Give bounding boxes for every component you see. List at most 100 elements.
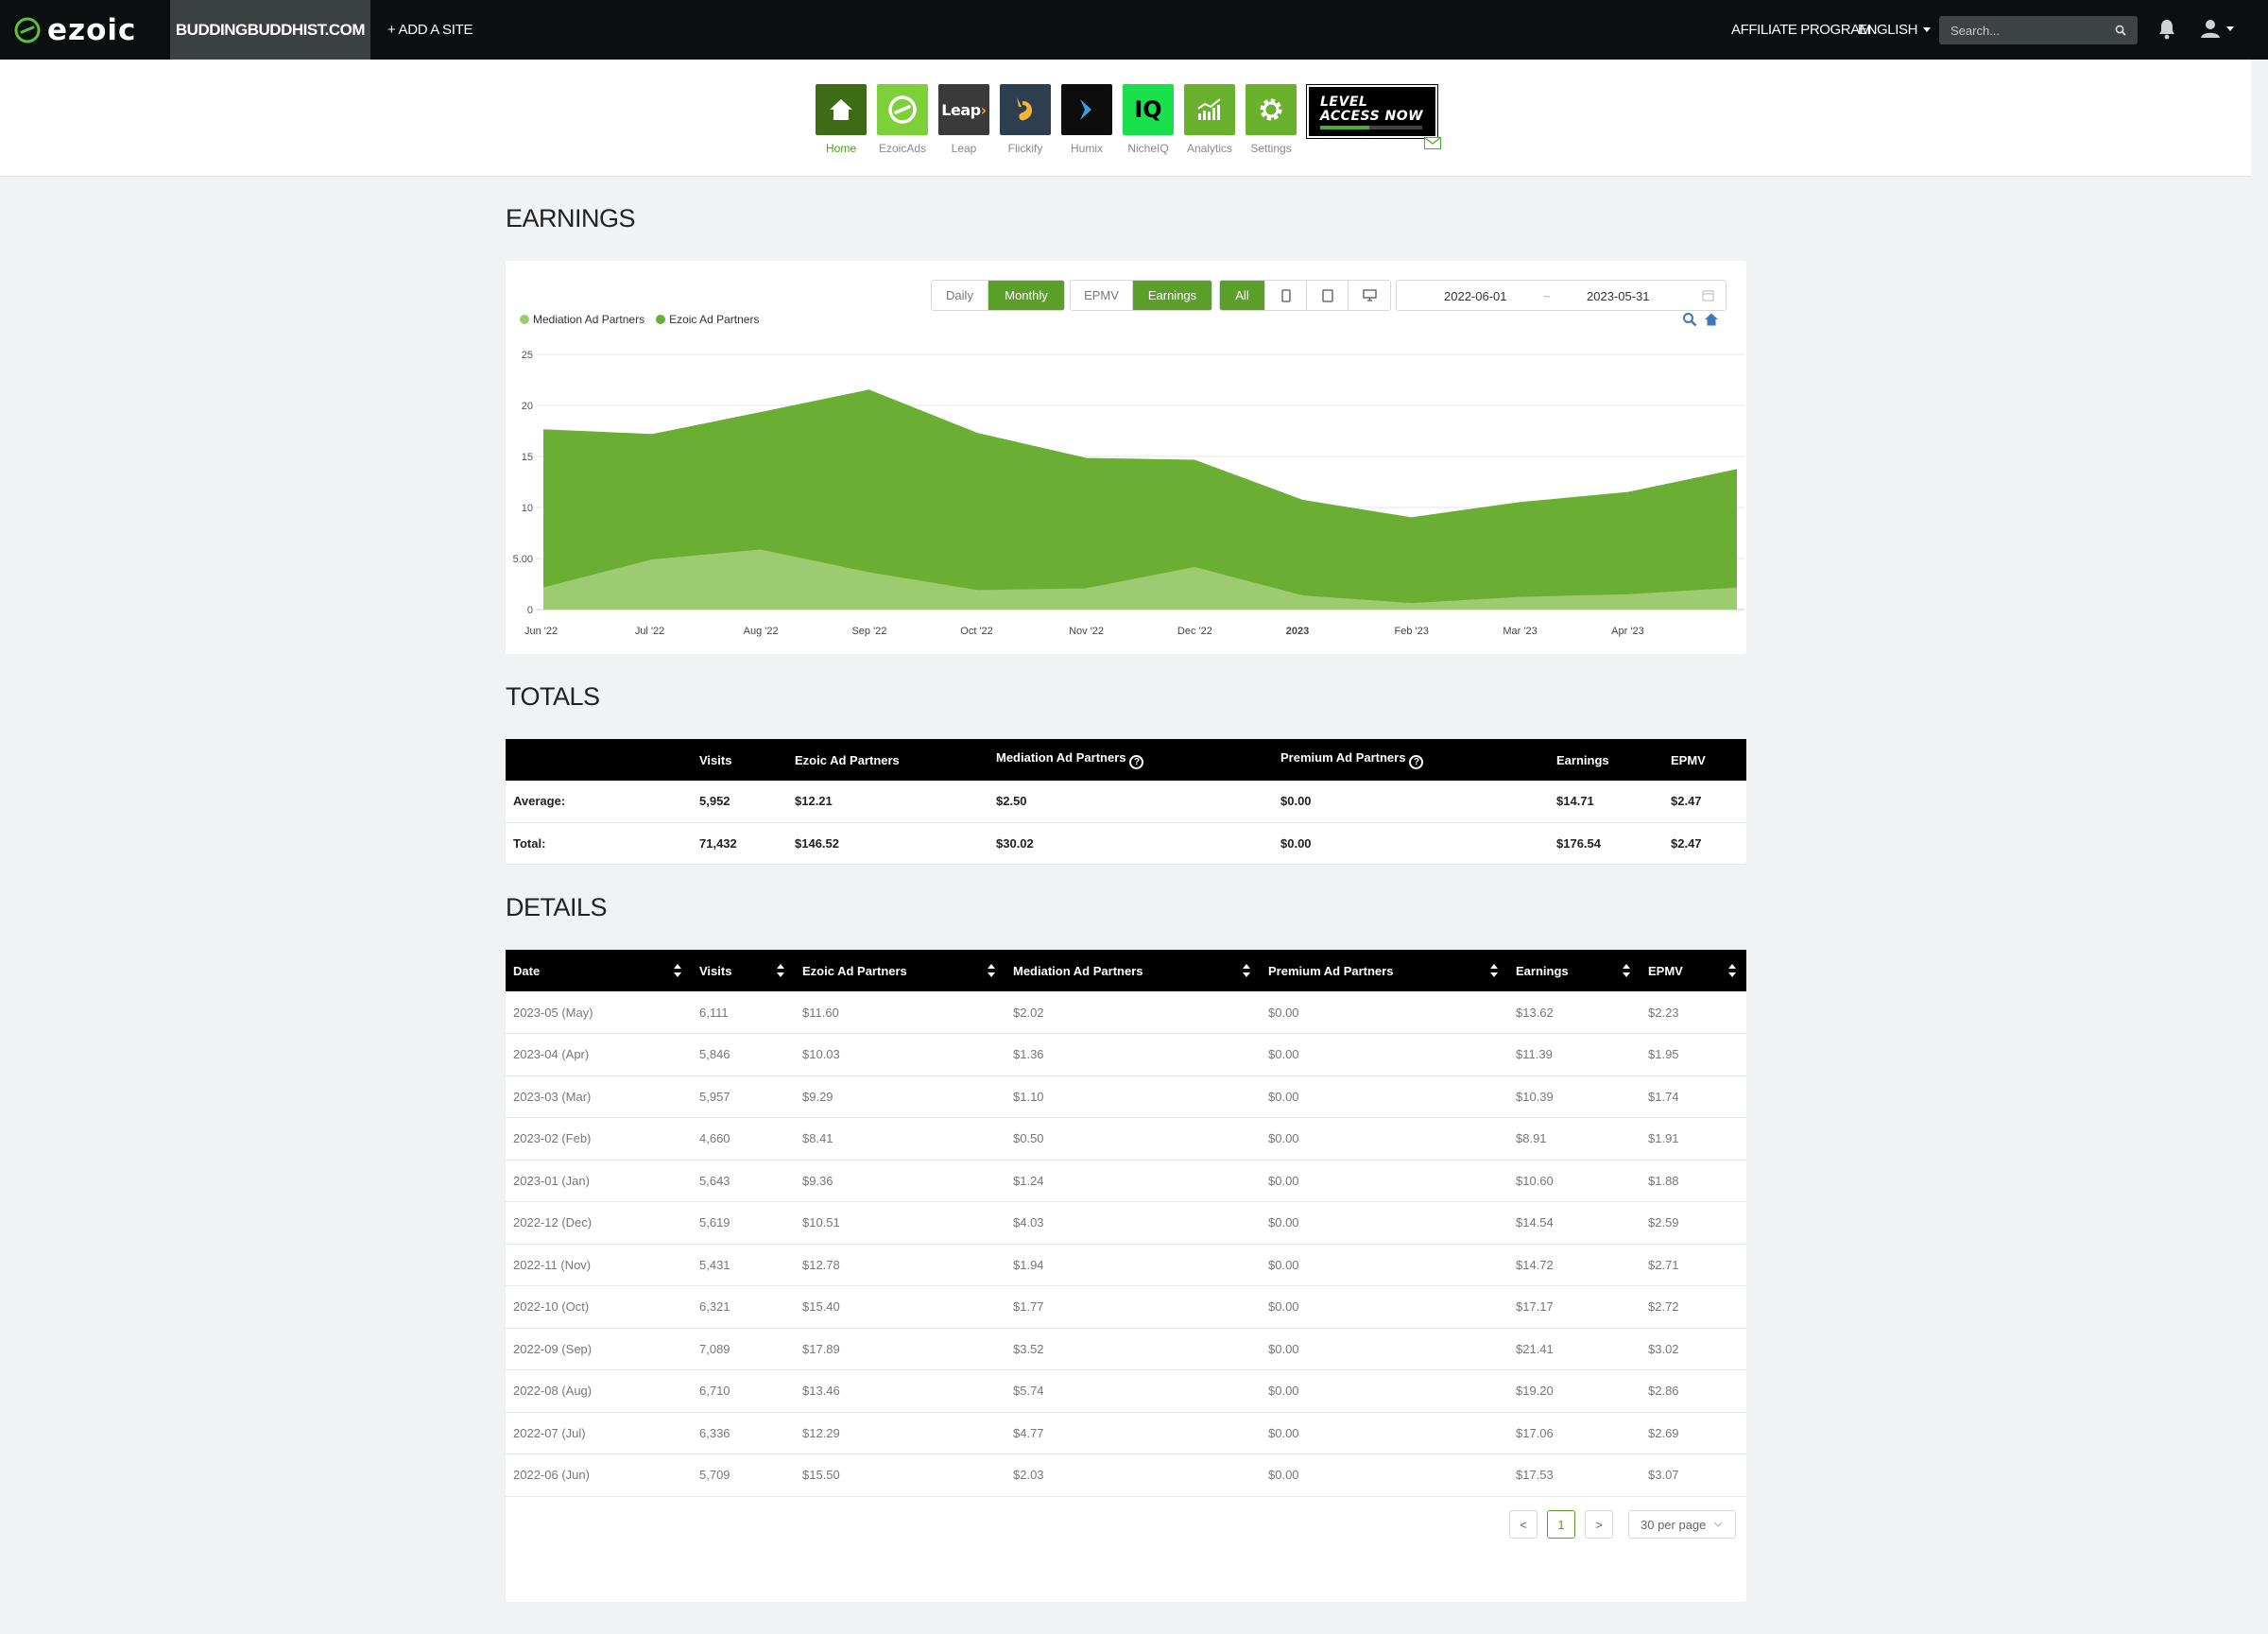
totals-cell-2: $146.52 xyxy=(787,822,988,865)
x-tick-label: Aug '22 xyxy=(744,626,779,637)
totals-header-premium: Premium Ad Partners? xyxy=(1273,739,1549,781)
table-cell-0: 2022-07 (Jul) xyxy=(506,1412,692,1454)
add-site-link[interactable]: + ADD A SITE xyxy=(387,0,473,60)
app-flickify[interactable]: Flickify xyxy=(998,84,1053,155)
sort-icon xyxy=(1242,962,1251,979)
table-cell-6: $1.74 xyxy=(1641,1075,1746,1118)
table-cell-4: $0.00 xyxy=(1261,1033,1508,1076)
table-row: 2022-08 (Aug) 6,710 $13.46 $5.74 $0.00 $19.20… xyxy=(506,1369,1746,1413)
x-tick-label: Jul '22 xyxy=(635,626,664,637)
page-1-button[interactable]: 1 xyxy=(1547,1510,1575,1539)
x-tick-label: 2023 xyxy=(1286,626,1309,637)
sort-header-mediation[interactable]: Mediation Ad Partners xyxy=(1005,950,1261,991)
table-cell-5: $8.91 xyxy=(1508,1117,1641,1161)
language-label: ENGLISH xyxy=(1858,22,1918,38)
bell-icon[interactable] xyxy=(2157,18,2176,41)
search-box[interactable] xyxy=(1939,16,2138,44)
details-header-row: Date Visits Ezoic Ad Partners Mediation … xyxy=(506,950,1746,991)
totals-cell-4: $0.00 xyxy=(1273,822,1549,865)
app-ezoicads[interactable]: EzoicAds xyxy=(875,84,930,155)
x-tick-label: Jun '22 xyxy=(524,626,558,637)
totals-cell-6: $2.47 xyxy=(1663,781,1746,823)
table-cell-4: $0.00 xyxy=(1261,1117,1508,1161)
totals-cell-0: Average: xyxy=(506,781,692,823)
sort-icon xyxy=(673,962,682,979)
app-leap[interactable]: Leap› Leap xyxy=(936,84,991,155)
help-icon[interactable]: ? xyxy=(1409,755,1424,769)
x-tick-label: Nov '22 xyxy=(1069,626,1104,637)
leap-icon: Leap› xyxy=(938,84,989,135)
nicheiq-icon: IQ xyxy=(1123,84,1174,135)
table-cell-3: $5.74 xyxy=(1005,1369,1261,1413)
totals-header-earnings: Earnings xyxy=(1556,752,1609,767)
totals-cell-0: Total: xyxy=(506,822,692,865)
table-cell-1: 5,846 xyxy=(692,1033,795,1076)
sort-header-ezoic[interactable]: Ezoic Ad Partners xyxy=(795,950,1005,991)
sort-header-premium[interactable]: Premium Ad Partners xyxy=(1261,950,1508,991)
table-row: 2022-10 (Oct) 6,321 $15.40 $1.77 $0.00 $17.17… xyxy=(506,1285,1746,1329)
language-dropdown[interactable]: ENGLISH xyxy=(1858,0,1932,60)
y-tick-label: 0 xyxy=(527,605,533,616)
table-cell-1: 6,336 xyxy=(692,1412,795,1454)
user-menu[interactable] xyxy=(2200,18,2234,39)
per-page-select[interactable]: 30 per page xyxy=(1628,1510,1736,1539)
affiliate-program-link[interactable]: AFFILIATE PROGRAM xyxy=(1731,0,1871,60)
sort-header-earnings[interactable]: Earnings xyxy=(1508,950,1641,991)
search-input[interactable] xyxy=(1950,23,2102,38)
sort-icon xyxy=(987,962,996,979)
table-cell-2: $9.36 xyxy=(795,1160,1005,1202)
ezoic-logo[interactable]: ezoic xyxy=(13,13,136,47)
user-icon xyxy=(2201,20,2220,38)
sort-header-epmv[interactable]: EPMV xyxy=(1641,950,1746,991)
table-row: 2022-12 (Dec) 5,619 $10.51 $4.03 $0.00 $14.54… xyxy=(506,1201,1746,1245)
totals-cell-3: $30.02 xyxy=(988,822,1273,865)
table-cell-3: $2.03 xyxy=(1005,1453,1261,1497)
table-cell-4: $0.00 xyxy=(1261,1453,1508,1497)
app-nicheiq[interactable]: IQ NicheIQ xyxy=(1121,84,1176,155)
y-tick-label: 5.00 xyxy=(513,554,533,565)
ezoic-ads-icon xyxy=(877,84,928,135)
totals-cell-4: $0.00 xyxy=(1273,781,1549,823)
table-row: 2023-05 (May) 6,111 $11.60 $2.02 $0.00 $13.62… xyxy=(506,991,1746,1034)
sort-header-visits[interactable]: Visits xyxy=(692,950,795,991)
table-cell-6: $2.86 xyxy=(1641,1369,1746,1413)
table-cell-2: $11.60 xyxy=(795,991,1005,1034)
search-icon[interactable] xyxy=(2115,25,2126,36)
settings-icon xyxy=(1246,84,1297,135)
next-page-button[interactable]: > xyxy=(1585,1510,1613,1539)
app-label: EzoicAds xyxy=(878,142,927,155)
table-cell-5: $11.39 xyxy=(1508,1033,1641,1076)
table-cell-0: 2023-01 (Jan) xyxy=(506,1160,692,1202)
x-tick-label: Feb '23 xyxy=(1395,626,1429,637)
app-settings[interactable]: Settings xyxy=(1244,84,1298,155)
table-cell-0: 2023-03 (Mar) xyxy=(506,1075,692,1118)
table-cell-5: $14.54 xyxy=(1508,1201,1641,1245)
table-cell-6: $2.69 xyxy=(1641,1412,1746,1454)
table-row: 2023-03 (Mar) 5,957 $9.29 $1.10 $0.00 $10.39 $… xyxy=(506,1075,1746,1118)
site-selector[interactable]: BUDDINGBUDDHIST.COM xyxy=(170,0,370,60)
table-cell-0: 2022-12 (Dec) xyxy=(506,1201,692,1245)
table-cell-0: 2023-02 (Feb) xyxy=(506,1117,692,1161)
app-humix[interactable]: Humix xyxy=(1059,84,1114,155)
prev-page-button[interactable]: < xyxy=(1509,1510,1538,1539)
table-cell-3: $4.03 xyxy=(1005,1201,1261,1245)
table-cell-3: $1.94 xyxy=(1005,1244,1261,1286)
app-launcher-bar: Home EzoicAds Leap› Leap Flickify Humix … xyxy=(0,60,2251,177)
totals-cell-1: 71,432 xyxy=(692,822,787,865)
table-cell-6: $1.91 xyxy=(1641,1117,1746,1161)
app-home[interactable]: Home xyxy=(814,84,868,155)
app-label: Analytics xyxy=(1186,142,1233,155)
sort-icon xyxy=(1727,962,1737,979)
table-cell-0: 2022-08 (Aug) xyxy=(506,1369,692,1413)
app-analytics[interactable]: Analytics xyxy=(1182,84,1237,155)
sort-header-date[interactable]: Date xyxy=(506,950,692,991)
totals-cell-6: $2.47 xyxy=(1663,822,1746,865)
table-cell-4: $0.00 xyxy=(1261,1244,1508,1286)
table-cell-1: 4,660 xyxy=(692,1117,795,1161)
table-cell-0: 2023-05 (May) xyxy=(506,991,692,1034)
envelope-icon[interactable] xyxy=(1424,137,1441,149)
level-access-banner[interactable]: LEVEL ACCESS NOW xyxy=(1306,84,1438,139)
totals-table-card: Visits Ezoic Ad Partners Mediation Ad Pa… xyxy=(506,739,1746,865)
help-icon[interactable]: ? xyxy=(1129,755,1144,769)
app-label: NicheIQ xyxy=(1127,142,1169,155)
